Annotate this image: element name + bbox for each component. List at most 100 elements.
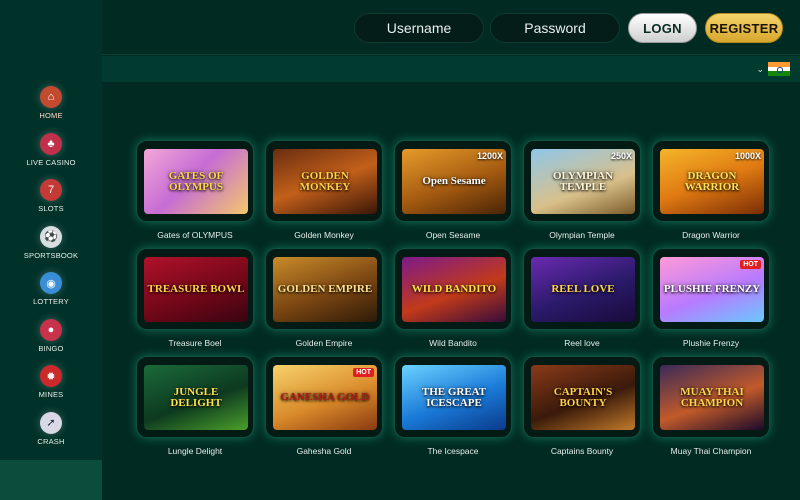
game-name: The Icespace	[427, 446, 479, 456]
game-card[interactable]: GOLDEN EMPIRE Golden Empire	[265, 248, 383, 348]
bingo-icon: ●	[40, 318, 62, 341]
game-card[interactable]: PLUSHIE FRENZY HOT Plushie Frenzy	[652, 248, 770, 348]
game-thumbnail[interactable]: Open Sesame 1200X	[394, 140, 512, 222]
game-artwork: TREASURE BOWL	[144, 257, 248, 322]
game-logo-text: OLYMPIAN TEMPLE	[552, 169, 614, 193]
game-name: Golden Empire	[295, 338, 353, 348]
sidebar-item-label: LOTTERY	[33, 297, 69, 307]
sidebar-item-mines[interactable]: ✹ MINES	[0, 359, 102, 406]
register-button[interactable]: REGISTER	[705, 13, 783, 43]
game-artwork: GATES OF OLYMPUS	[144, 149, 248, 214]
game-artwork: CAPTAIN'S BOUNTY	[531, 365, 635, 430]
game-thumbnail[interactable]: GOLDEN EMPIRE	[265, 248, 383, 330]
hot-badge: HOT	[353, 368, 374, 377]
game-name: Plushie Frenzy	[682, 338, 740, 348]
game-artwork: PLUSHIE FRENZY HOT	[660, 257, 764, 322]
game-thumbnail[interactable]: THE GREAT ICESCAPE	[394, 356, 512, 438]
sidebar-item-label: CRASH	[37, 436, 65, 446]
language-selector[interactable]: ⌄	[756, 62, 790, 77]
game-card[interactable]: OLYMPIAN TEMPLE 250X Olympian Temple	[523, 140, 641, 240]
game-name: Open Sesame	[425, 230, 481, 240]
game-name: Muay Thai Champion	[670, 446, 752, 456]
sidebar-item-sportsbook[interactable]: ⚽ SPORTSBOOK	[0, 220, 102, 267]
game-artwork: MUAY THAI CHAMPION	[660, 365, 764, 430]
game-artwork: GANESHA GOLD HOT	[273, 365, 377, 430]
game-card[interactable]: JUNGLE DELIGHT Lungle Delight	[136, 356, 254, 456]
sidebar-top	[0, 0, 102, 56]
game-name: Reel love	[564, 338, 600, 348]
game-thumbnail[interactable]: GANESHA GOLD HOT	[265, 356, 383, 438]
game-card[interactable]: REEL LOVE Reel love	[523, 248, 641, 348]
game-artwork: DRAGON WARRIOR 1000X	[660, 149, 764, 214]
game-card[interactable]: THE GREAT ICESCAPE The Icespace	[394, 356, 512, 456]
game-logo-text: TREASURE BOWL	[147, 283, 245, 295]
game-thumbnail[interactable]: DRAGON WARRIOR 1000X	[652, 140, 770, 222]
sidebar-item-lottery[interactable]: ◉ LOTTERY	[0, 266, 102, 313]
game-logo-text: GATES OF OLYMPUS	[168, 169, 224, 193]
sidebar-item-bingo[interactable]: ● BINGO	[0, 313, 102, 360]
game-card[interactable]: GATES OF OLYMPUS Gates of OLYMPUS	[136, 140, 254, 240]
game-thumbnail[interactable]: REEL LOVE	[523, 248, 641, 330]
game-card[interactable]: CAPTAIN'S BOUNTY Captains Bounty	[523, 356, 641, 456]
game-thumbnail[interactable]: OLYMPIAN TEMPLE 250X	[523, 140, 641, 222]
chevron-down-icon: ⌄	[756, 63, 764, 74]
password-input[interactable]	[490, 13, 620, 43]
game-artwork: THE GREAT ICESCAPE	[402, 365, 506, 430]
game-thumbnail[interactable]: JUNGLE DELIGHT	[136, 356, 254, 438]
lottery-icon: ◉	[40, 272, 62, 295]
top-header: LOGN REGISTER	[102, 0, 800, 55]
game-name: Golden Monkey	[294, 230, 354, 240]
game-card[interactable]: TREASURE BOWL Treasure Boel	[136, 248, 254, 348]
sidebar-nav: ⌂ HOME ♣ LIVE CASINO 7 SLOTS ⚽ SPORTSBOOK ◉ LOTTE…	[0, 56, 102, 452]
multiplier-badge: 1200X	[476, 151, 503, 161]
game-logo-text: WILD BANDITO	[411, 283, 497, 295]
game-logo-text: DRAGON WARRIOR	[684, 169, 740, 193]
sidebar: ⌂ HOME ♣ LIVE CASINO 7 SLOTS ⚽ SPORTSBOOK ◉ LOTTE…	[0, 0, 102, 500]
game-thumbnail[interactable]: PLUSHIE FRENZY HOT	[652, 248, 770, 330]
sidebar-item-label: HOME	[39, 111, 63, 121]
sidebar-item-slots[interactable]: 7 SLOTS	[0, 173, 102, 220]
game-thumbnail[interactable]: TREASURE BOWL	[136, 248, 254, 330]
game-thumbnail[interactable]: CAPTAIN'S BOUNTY	[523, 356, 641, 438]
sidebar-item-label: LIVE CASINO	[26, 157, 76, 167]
game-thumbnail[interactable]: MUAY THAI CHAMPION	[652, 356, 770, 438]
game-name: Treasure Boel	[168, 338, 222, 348]
game-name: Captains Bounty	[550, 446, 614, 456]
game-name: Gates of OLYMPUS	[157, 230, 233, 240]
login-button[interactable]: LOGN	[628, 13, 697, 43]
game-card[interactable]: WILD BANDITO Wild Bandito	[394, 248, 512, 348]
game-artwork: Open Sesame 1200X	[402, 149, 506, 214]
game-thumbnail[interactable]: GOLDEN MONKEY	[265, 140, 383, 222]
sidebar-item-home[interactable]: ⌂ HOME	[0, 80, 102, 127]
sidebar-item-label: BINGO	[38, 343, 64, 353]
game-name: Wild Bandito	[429, 338, 477, 348]
india-flag-icon	[768, 62, 790, 77]
game-logo-text: GANESHA GOLD	[280, 391, 370, 403]
game-artwork: OLYMPIAN TEMPLE 250X	[531, 149, 635, 214]
game-logo-text: PLUSHIE FRENZY	[663, 283, 761, 295]
game-card[interactable]: DRAGON WARRIOR 1000X Dragon Warrior	[652, 140, 770, 240]
crash-icon: ➚	[40, 411, 62, 434]
game-logo-text: GOLDEN EMPIRE	[277, 283, 373, 295]
multiplier-badge: 1000X	[734, 151, 761, 161]
game-artwork: GOLDEN EMPIRE	[273, 257, 377, 322]
sidebar-item-live-casino[interactable]: ♣ LIVE CASINO	[0, 127, 102, 174]
game-logo-text: JUNGLE DELIGHT	[170, 385, 222, 409]
game-card[interactable]: GOLDEN MONKEY Golden Monkey	[265, 140, 383, 240]
username-input[interactable]	[354, 13, 484, 43]
sidebar-item-label: SPORTSBOOK	[23, 250, 79, 260]
game-card[interactable]: GANESHA GOLD HOT Gahesha Gold	[265, 356, 383, 456]
game-card[interactable]: MUAY THAI CHAMPION Muay Thai Champion	[652, 356, 770, 456]
game-card[interactable]: Open Sesame 1200X Open Sesame	[394, 140, 512, 240]
hot-badge: HOT	[740, 260, 761, 269]
game-artwork: REEL LOVE	[531, 257, 635, 322]
game-artwork: GOLDEN MONKEY	[273, 149, 377, 214]
game-name: Lungle Delight	[167, 446, 223, 456]
home-icon: ⌂	[40, 86, 62, 109]
multiplier-badge: 250X	[610, 151, 632, 161]
game-thumbnail[interactable]: WILD BANDITO	[394, 248, 512, 330]
sidebar-item-crash[interactable]: ➚ CRASH	[0, 406, 102, 453]
sidebar-item-label: SLOTS	[38, 204, 64, 214]
game-name: Gahesha Gold	[296, 446, 352, 456]
game-thumbnail[interactable]: GATES OF OLYMPUS	[136, 140, 254, 222]
